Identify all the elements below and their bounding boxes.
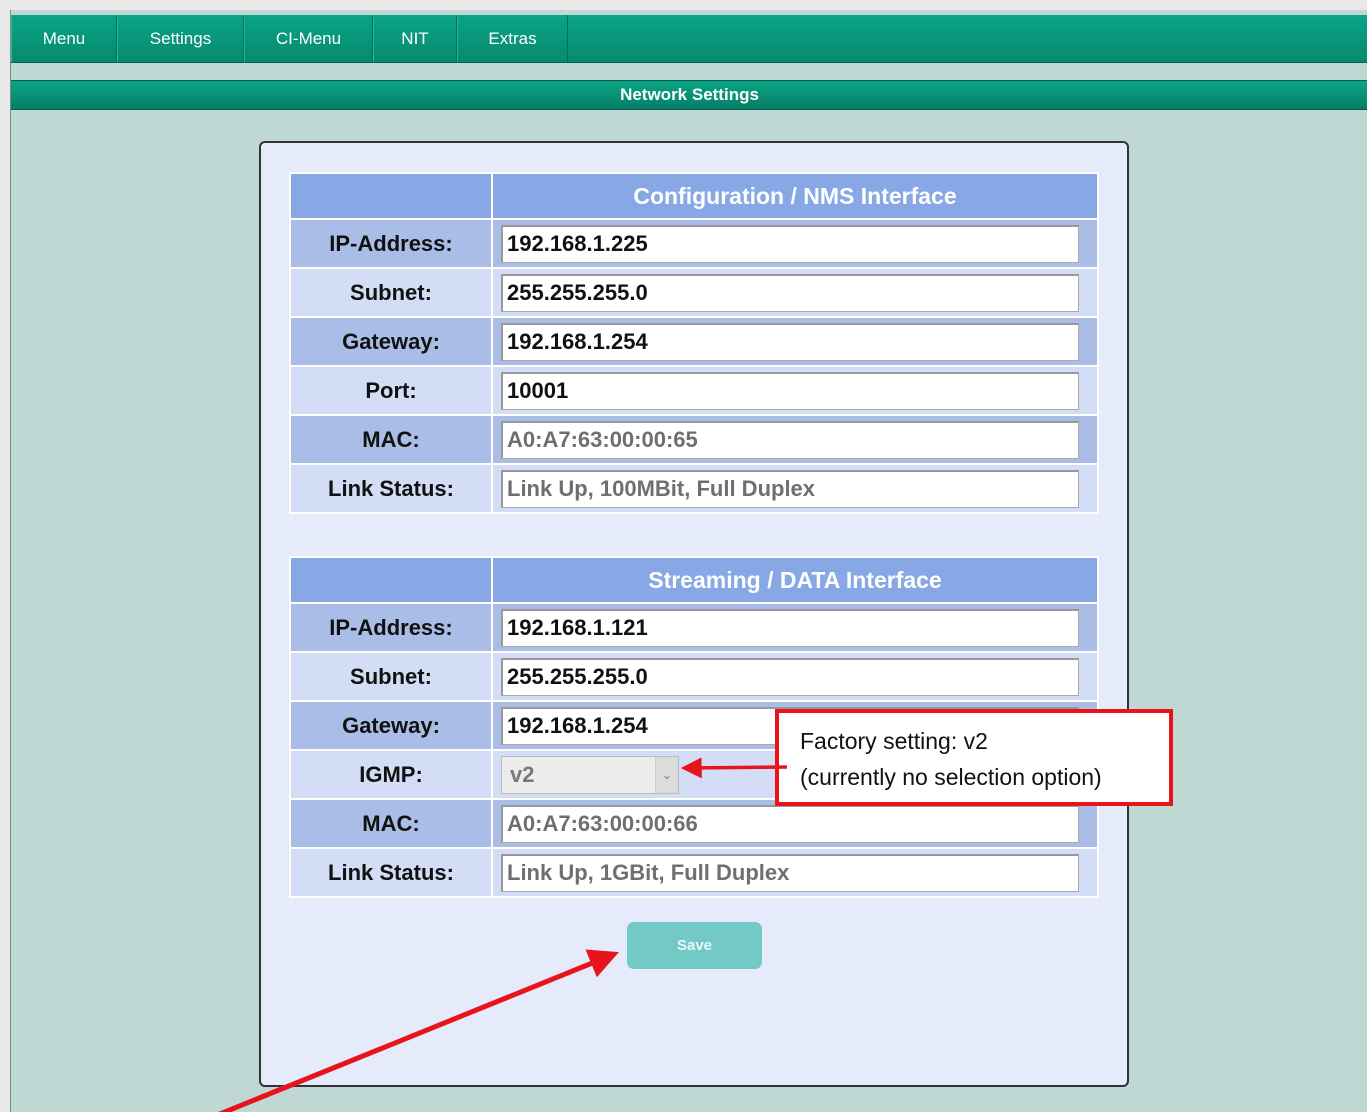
settings-panel: Configuration / NMS Interface IP-Address… (259, 141, 1129, 1087)
nms-mac-field (501, 420, 1079, 459)
header-spacer (291, 174, 491, 218)
table-row: Port: (291, 367, 1097, 414)
table-row: Subnet: (291, 653, 1097, 700)
nav-item-ci-menu[interactable]: CI-Menu (244, 15, 373, 62)
annotation-line-2: (currently no selection option) (800, 764, 1102, 790)
row-label: Subnet: (291, 269, 491, 316)
row-label: MAC: (291, 416, 491, 463)
row-label: Link Status: (291, 465, 491, 512)
row-label: IP-Address: (291, 220, 491, 267)
section-title: Network Settings (11, 80, 1367, 110)
nav-item-menu[interactable]: Menu (11, 15, 117, 62)
data-subnet-input[interactable] (501, 657, 1079, 696)
nms-gateway-input[interactable] (501, 322, 1079, 361)
data-mac-field (501, 804, 1079, 843)
table-row: IP-Address: (291, 604, 1097, 651)
nav-item-nit[interactable]: NIT (373, 15, 457, 62)
chevron-down-icon: ⌄ (655, 756, 678, 793)
config-interface-title: Configuration / NMS Interface (493, 174, 1097, 218)
nms-port-input[interactable] (501, 371, 1079, 410)
row-label: Subnet: (291, 653, 491, 700)
row-label: Port: (291, 367, 491, 414)
row-label: IGMP: (291, 751, 491, 798)
annotation-callout: Factory setting: v2 (currently no select… (775, 709, 1173, 806)
annotation-line-1: Factory setting: v2 (800, 728, 988, 754)
data-link-status-field (501, 853, 1079, 892)
streaming-interface-title: Streaming / DATA Interface (493, 558, 1097, 602)
config-interface-table: Configuration / NMS Interface IP-Address… (289, 172, 1099, 514)
nav-item-extras[interactable]: Extras (457, 15, 568, 62)
table-row: IP-Address: (291, 220, 1097, 267)
table-row: MAC: (291, 416, 1097, 463)
nav-item-settings[interactable]: Settings (117, 15, 244, 62)
row-label: IP-Address: (291, 604, 491, 651)
nms-link-status-field (501, 469, 1079, 508)
igmp-select[interactable]: v2 ⌄ (501, 755, 679, 794)
nms-ip-address-input[interactable] (501, 224, 1079, 263)
nms-subnet-input[interactable] (501, 273, 1079, 312)
table-row: Gateway: (291, 318, 1097, 365)
row-label: Gateway: (291, 702, 491, 749)
header-spacer (291, 558, 491, 602)
page: Menu Settings CI-Menu NIT Extras Network… (10, 10, 1367, 1112)
data-ip-address-input[interactable] (501, 608, 1079, 647)
table-row: Subnet: (291, 269, 1097, 316)
table-row: Link Status: (291, 849, 1097, 896)
save-button[interactable]: Save (627, 922, 762, 969)
table-row: MAC: (291, 800, 1097, 847)
row-label: Link Status: (291, 849, 491, 896)
row-label: MAC: (291, 800, 491, 847)
igmp-selected-value: v2 (510, 761, 535, 787)
row-label: Gateway: (291, 318, 491, 365)
table-row: Link Status: (291, 465, 1097, 512)
top-navigation: Menu Settings CI-Menu NIT Extras (11, 15, 1367, 63)
